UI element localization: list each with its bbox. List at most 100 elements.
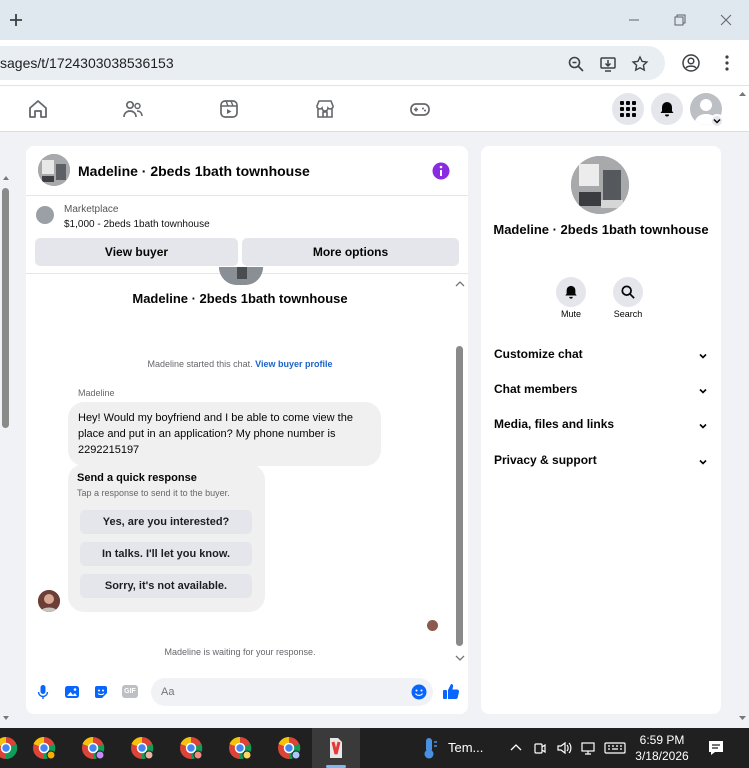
gaming-icon[interactable]: [409, 98, 431, 120]
details-avatar[interactable]: [571, 156, 629, 214]
chrome-taskbar-icon[interactable]: [81, 736, 105, 760]
details-title: Madeline · 2beds 1bath townhouse: [493, 222, 709, 237]
scroll-down-arrow-icon[interactable]: [738, 714, 747, 722]
notifications-button[interactable]: [651, 93, 683, 125]
marketplace-label: Marketplace: [64, 204, 119, 215]
bell-icon: [565, 285, 577, 299]
clock-date: 3/18/2026: [635, 749, 689, 763]
bookmark-star-icon[interactable]: [631, 55, 649, 73]
chat-title[interactable]: Madeline · 2beds 1bath townhouse: [78, 163, 310, 179]
facebook-nav: [0, 86, 749, 132]
media-files-links-label: Media, files and links: [494, 417, 615, 431]
sender-avatar[interactable]: [38, 590, 60, 612]
restore-icon[interactable]: [670, 10, 690, 30]
quick-response-in-talks[interactable]: In talks. I'll let you know.: [80, 542, 252, 566]
chat-started-text: Madeline started this chat.: [147, 359, 253, 369]
thermometer-icon[interactable]: [417, 736, 441, 760]
quick-response-subtitle: Tap a response to send it to the buyer.: [77, 488, 230, 498]
chrome-taskbar-icon[interactable]: [277, 736, 301, 760]
search-label: Search: [613, 309, 643, 319]
chevron-down-icon: [699, 353, 707, 359]
page-scrollbar-right[interactable]: [736, 88, 749, 724]
zoom-icon[interactable]: [567, 55, 585, 73]
scroll-up-arrow-icon[interactable]: [738, 90, 747, 98]
media-files-links-row[interactable]: Media, files and links: [494, 417, 708, 437]
chrome-taskbar-icon[interactable]: [0, 736, 18, 760]
pdf-app-taskbar-icon[interactable]: [324, 736, 348, 760]
chat-members-row[interactable]: Chat members: [494, 382, 708, 402]
sender-name: Madeline: [78, 388, 115, 398]
page-scrollbar-left[interactable]: [0, 172, 12, 722]
browser-tab-bar: [0, 0, 749, 40]
profile-icon[interactable]: [681, 53, 701, 73]
emoji-icon[interactable]: [411, 684, 427, 700]
view-buyer-profile-link[interactable]: View buyer profile: [255, 359, 332, 369]
url-text[interactable]: sages/t/1724303038536153: [0, 55, 174, 71]
close-window-icon[interactable]: [716, 10, 736, 30]
chevron-down-icon: [699, 423, 707, 429]
listing-thumbnail: [36, 206, 54, 224]
quick-response-title: Send a quick response: [77, 472, 197, 484]
scroll-down-arrow-icon[interactable]: [2, 714, 10, 722]
photo-icon[interactable]: [64, 684, 80, 700]
chat-scrollbar[interactable]: [454, 280, 466, 662]
view-buyer-button[interactable]: View buyer: [35, 238, 238, 266]
scroll-up-arrow-icon[interactable]: [2, 174, 10, 182]
chrome-taskbar-icon[interactable]: [130, 736, 154, 760]
chrome-taskbar-icon[interactable]: [228, 736, 252, 760]
keyboard-icon[interactable]: [604, 740, 626, 756]
sticker-icon[interactable]: [93, 684, 109, 700]
minimize-icon[interactable]: [624, 10, 644, 30]
camera-tray-icon[interactable]: [532, 740, 548, 756]
network-icon[interactable]: [580, 740, 596, 756]
scroll-thumb[interactable]: [2, 188, 9, 428]
search-icon: [621, 285, 635, 299]
mute-label: Mute: [560, 309, 581, 319]
chat-scroll-down-icon[interactable]: [455, 654, 465, 662]
friends-icon[interactable]: [122, 98, 144, 120]
new-tab-icon[interactable]: [6, 10, 26, 30]
search-button[interactable]: [613, 277, 643, 307]
notification-center-icon[interactable]: [707, 739, 725, 757]
chevron-down-icon: [699, 459, 707, 465]
chat-scroll-up-icon[interactable]: [455, 280, 465, 288]
omnibox[interactable]: sages/t/1724303038536153: [0, 46, 665, 80]
listing-photo-peek: [219, 267, 263, 285]
chrome-taskbar-icon[interactable]: [32, 736, 56, 760]
listing-avatar[interactable]: [38, 154, 70, 186]
listing-title: Madeline · 2beds 1bath townhouse: [132, 291, 348, 306]
privacy-support-row[interactable]: Privacy & support: [494, 453, 708, 473]
message-bubble[interactable]: Hey! Would my boyfriend and I be able to…: [68, 402, 381, 466]
chevron-down-icon: [699, 388, 707, 394]
system-clock[interactable]: 6:59 PM 3/18/2026: [630, 732, 694, 764]
weather-label[interactable]: Tem...: [448, 740, 483, 755]
menu-grid-button[interactable]: [612, 93, 644, 125]
quick-response-yes[interactable]: Yes, are you interested?: [80, 510, 252, 534]
chat-scroll-thumb[interactable]: [456, 346, 463, 646]
quick-response-not-available[interactable]: Sorry, it's not available.: [80, 574, 252, 598]
marketplace-listing-row: Marketplace $1,000 - 2beds 1bath townhou…: [26, 196, 468, 274]
mute-button[interactable]: [556, 277, 586, 307]
microphone-icon[interactable]: [35, 684, 51, 700]
chrome-taskbar-icon[interactable]: [179, 736, 203, 760]
clock-time: 6:59 PM: [639, 733, 685, 747]
marketplace-icon[interactable]: [314, 98, 336, 120]
more-options-button[interactable]: More options: [242, 238, 459, 266]
home-icon[interactable]: [27, 98, 49, 120]
chevron-up-icon[interactable]: [508, 740, 524, 756]
kebab-menu-icon[interactable]: [717, 53, 737, 73]
volume-icon[interactable]: [556, 740, 572, 756]
account-menu-chevron[interactable]: [710, 114, 724, 128]
video-icon[interactable]: [218, 98, 240, 120]
gif-button[interactable]: GIF: [122, 685, 138, 698]
info-icon[interactable]: [432, 162, 450, 180]
customize-chat-row[interactable]: Customize chat: [494, 347, 708, 367]
chat-panel: Madeline · 2beds 1bath townhouse Marketp…: [26, 146, 468, 714]
windows-taskbar: Tem... 6:59 PM 3/18/2026: [0, 728, 749, 768]
like-thumb-icon[interactable]: [442, 682, 460, 700]
quick-response-card: Send a quick response Tap a response to …: [68, 464, 265, 612]
message-input[interactable]: [151, 678, 433, 706]
chat-header: Madeline · 2beds 1bath townhouse: [26, 146, 468, 196]
privacy-support-label: Privacy & support: [494, 453, 597, 467]
install-app-icon[interactable]: [599, 55, 617, 73]
